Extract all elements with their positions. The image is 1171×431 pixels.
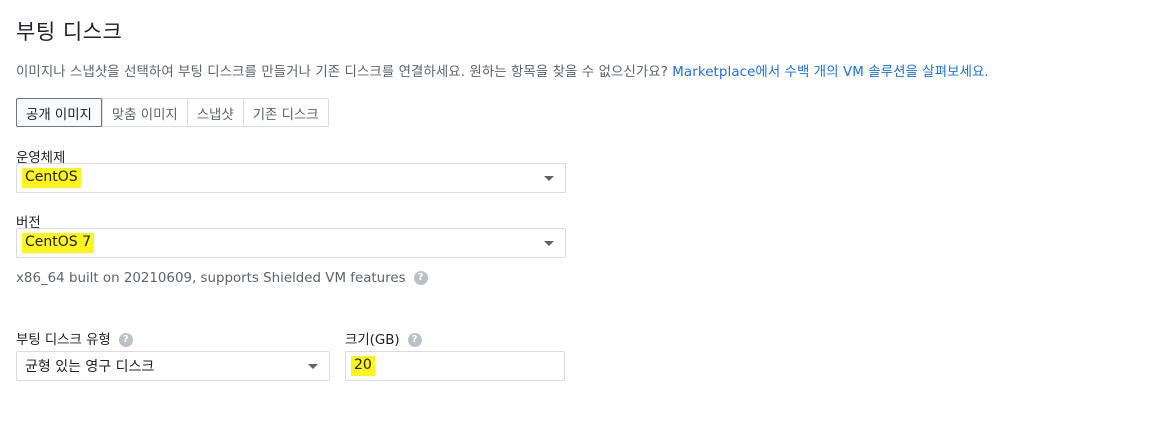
help-icon[interactable]: ? xyxy=(413,271,428,285)
size-input-value: 20 xyxy=(351,356,375,376)
tab-snapshots[interactable]: 스냅샷 xyxy=(186,99,243,126)
tab-custom-images[interactable]: 맞춤 이미지 xyxy=(101,99,187,126)
disk-type-label: 부팅 디스크 유형 xyxy=(16,333,111,348)
dropdown-arrow-icon xyxy=(544,176,554,181)
section-title: 부팅 디스크 xyxy=(16,20,123,44)
help-icon[interactable]: ? xyxy=(407,333,422,347)
disk-type-select-value: 균형 있는 영구 디스크 xyxy=(25,359,155,375)
disk-type-select[interactable]: 균형 있는 영구 디스크 xyxy=(16,351,330,381)
os-select-value: CentOS xyxy=(22,168,81,188)
tab-public-images[interactable]: 공개 이미지 xyxy=(16,98,102,127)
dropdown-arrow-icon xyxy=(544,241,554,246)
os-select[interactable]: CentOS xyxy=(16,163,566,193)
size-input[interactable]: 20 xyxy=(345,351,565,381)
size-label: 크기(GB) xyxy=(345,333,400,348)
description-text: 이미지나 스냅샷을 선택하여 부팅 디스크를 만들거나 기존 디스크를 연결하세… xyxy=(16,65,673,80)
tab-existing-disks[interactable]: 기존 디스크 xyxy=(242,99,328,126)
dropdown-arrow-icon xyxy=(308,364,318,369)
disk-type-label-row: 부팅 디스크 유형? xyxy=(16,328,133,348)
help-icon[interactable]: ? xyxy=(118,333,133,347)
marketplace-link[interactable]: Marketplace에서 수백 개의 VM 솔루션을 살펴보세요. xyxy=(672,65,989,80)
size-label-row: 크기(GB)? xyxy=(345,328,422,348)
section-description: 이미지나 스냅샷을 선택하여 부팅 디스크를 만들거나 기존 디스크를 연결하세… xyxy=(16,60,989,80)
image-info-text: x86_64 built on 20210609, supports Shiel… xyxy=(16,271,406,286)
version-select-value: CentOS 7 xyxy=(22,233,95,253)
image-source-tabs: 공개 이미지 맞춤 이미지 스냅샷 기존 디스크 xyxy=(16,98,329,127)
version-select[interactable]: CentOS 7 xyxy=(16,228,566,258)
image-info: x86_64 built on 20210609, supports Shiel… xyxy=(16,271,428,286)
